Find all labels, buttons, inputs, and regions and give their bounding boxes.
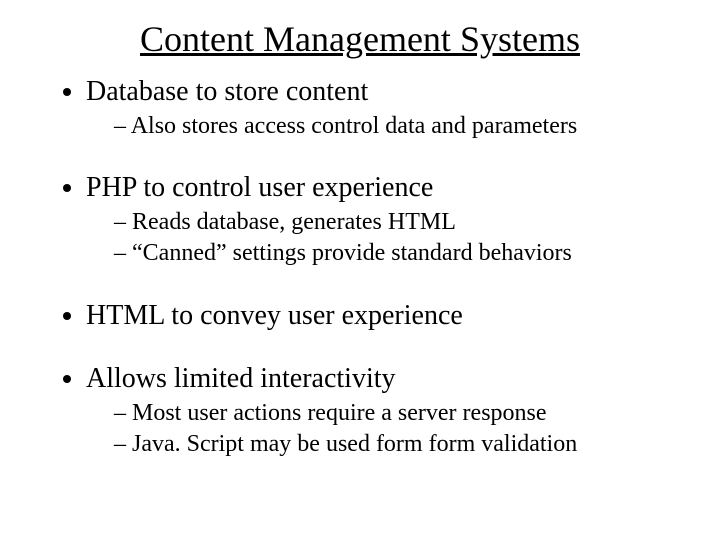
bullet-list: Database to store content Also stores ac… <box>40 74 680 460</box>
slide-title: Content Management Systems <box>40 18 680 60</box>
sub-list: Reads database, generates HTML “Canned” … <box>86 207 680 269</box>
sub-list: Most user actions require a server respo… <box>86 398 680 460</box>
bullet-item: Allows limited interactivity Most user a… <box>86 361 680 460</box>
bullet-item: Database to store content Also stores ac… <box>86 74 680 142</box>
sub-item: Reads database, generates HTML <box>114 207 680 238</box>
sub-item: Java. Script may be used form form valid… <box>114 429 680 460</box>
bullet-item: HTML to convey user experience <box>86 298 680 333</box>
sub-item: Most user actions require a server respo… <box>114 398 680 429</box>
slide: Content Management Systems Database to s… <box>0 0 720 540</box>
sub-item: “Canned” settings provide standard behav… <box>114 238 680 269</box>
bullet-text: Database to store content <box>86 76 368 107</box>
sub-item: Also stores access control data and para… <box>114 111 680 142</box>
bullet-text: HTML to convey user experience <box>86 300 463 331</box>
bullet-item: PHP to control user experience Reads dat… <box>86 170 680 269</box>
bullet-text: PHP to control user experience <box>86 172 433 203</box>
bullet-text: Allows limited interactivity <box>86 363 396 394</box>
sub-list: Also stores access control data and para… <box>86 111 680 142</box>
